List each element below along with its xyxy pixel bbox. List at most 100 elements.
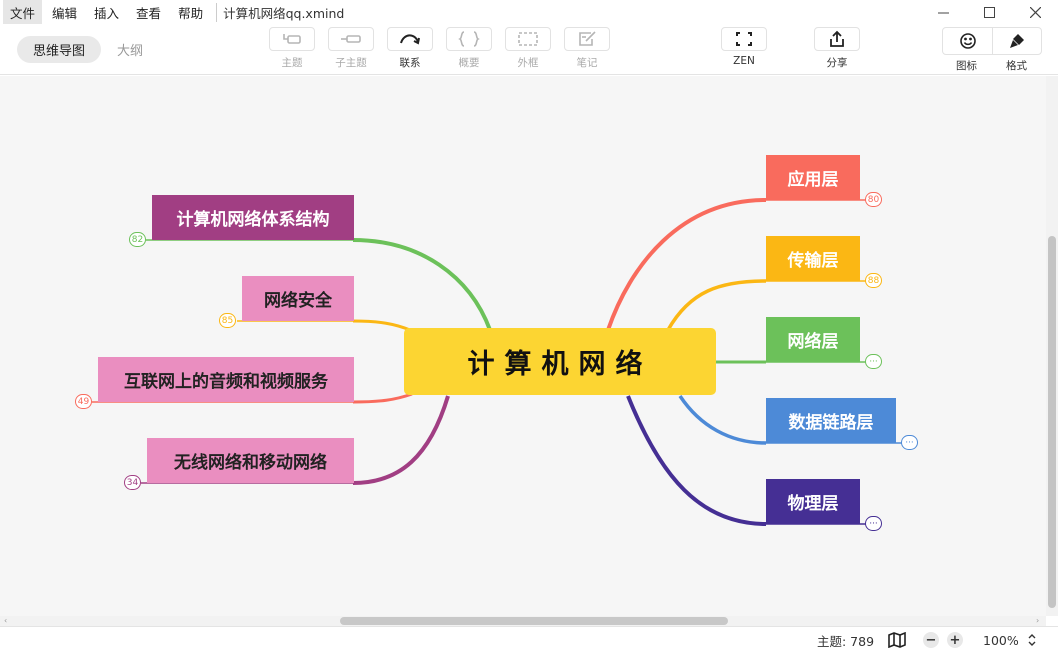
topic-label: 传输层	[787, 251, 839, 271]
close-button[interactable]	[1012, 0, 1058, 24]
topic-transport-layer[interactable]: 传输层	[766, 236, 860, 281]
topic-icon	[283, 34, 301, 44]
up-down-chevron-icon	[1028, 634, 1036, 646]
share-icon	[830, 30, 844, 47]
collapse-badge[interactable]: 85	[219, 313, 236, 328]
note-label: 笔记	[576, 57, 598, 69]
collapse-badge[interactable]: ···	[865, 354, 882, 369]
topic-network-layer[interactable]: 网络层	[766, 317, 860, 362]
collapse-badge[interactable]: ···	[865, 516, 882, 531]
summary-button[interactable]: 概要	[446, 27, 492, 70]
vertical-scrollbar[interactable]	[1046, 76, 1058, 616]
relationship-button[interactable]: 联系	[387, 27, 433, 70]
mindmap-canvas[interactable]: 计算机网络 应用层 80 传输层 88 网络层 ··· 数据链路层 ··· 物理…	[0, 76, 1046, 616]
zoom-in-button[interactable]: +	[947, 627, 963, 652]
topic-label: 无线网络和移动网络	[174, 453, 327, 473]
map-icon	[888, 632, 906, 648]
menu-edit[interactable]: 编辑	[45, 0, 84, 25]
tab-outline[interactable]: 大纲	[101, 36, 159, 63]
branch-line-security	[352, 319, 411, 332]
close-icon	[1029, 6, 1041, 18]
minimize-button[interactable]	[920, 0, 966, 24]
window-controls	[920, 0, 1058, 24]
status-bar: 主题: 789 − + 100%	[0, 626, 1058, 652]
scroll-right-arrow-icon[interactable]: ›	[1036, 616, 1039, 625]
topic-label: 互联网上的音频和视频服务	[124, 372, 328, 392]
brush-icon	[1010, 34, 1024, 48]
zoom-stepper[interactable]	[1027, 627, 1037, 652]
menu-file[interactable]: 文件	[3, 0, 43, 25]
toolbar: 思维导图 大纲 主题 子主题 联系 概要 外框 笔记 ZEN 分享 图标 格式	[0, 24, 1058, 75]
topic-label: 应用层	[787, 170, 839, 190]
relationship-icon	[400, 34, 420, 45]
view-tabs: 思维导图 大纲	[17, 36, 159, 63]
central-topic-label: 计算机网络	[467, 349, 653, 380]
note-icon	[579, 31, 596, 46]
smiley-icon	[959, 33, 976, 49]
central-topic[interactable]: 计算机网络	[404, 328, 716, 395]
branch-line-av	[352, 392, 413, 404]
branch-line-datalink	[678, 395, 767, 445]
topic-network-security[interactable]: 网络安全	[242, 276, 354, 321]
scroll-left-arrow-icon[interactable]: ‹	[4, 616, 7, 625]
collapse-badge[interactable]: 80	[865, 192, 882, 207]
horizontal-scrollbar[interactable]: ‹ ›	[0, 616, 1046, 626]
subtopic-button[interactable]: 子主题	[328, 27, 374, 70]
collapse-badge[interactable]: 88	[865, 273, 882, 288]
topic-internet-av-services[interactable]: 互联网上的音频和视频服务	[98, 357, 354, 402]
zen-button[interactable]: ZEN	[721, 27, 767, 67]
menu-insert[interactable]: 插入	[87, 0, 126, 25]
share-button[interactable]: 分享	[814, 27, 860, 70]
menu-help[interactable]: 帮助	[171, 0, 210, 25]
subtopic-icon	[341, 35, 361, 43]
format-label: 格式	[1006, 60, 1027, 72]
tab-mindmap[interactable]: 思维导图	[17, 36, 102, 63]
topic-label: 主题	[281, 57, 303, 69]
icon-format-group	[942, 27, 1042, 55]
topic-label: 计算机网络体系结构	[176, 210, 330, 230]
zen-label: ZEN	[733, 55, 755, 67]
document-title: 计算机网络qq.xmind	[216, 2, 344, 22]
maximize-button[interactable]	[966, 0, 1012, 24]
topic-label: 网络层	[787, 332, 839, 352]
topic-label: 网络安全	[264, 291, 332, 311]
topic-network-architecture[interactable]: 计算机网络体系结构	[152, 195, 354, 240]
zoom-out-button[interactable]: −	[923, 627, 939, 652]
collapse-badge[interactable]: ···	[901, 435, 918, 450]
boundary-icon	[518, 32, 538, 46]
maximize-icon	[983, 6, 995, 18]
collapse-badge[interactable]: 49	[75, 394, 92, 409]
zoom-out-icon: −	[923, 632, 939, 648]
menu-bar: 文件 编辑 插入 查看 帮助 计算机网络qq.xmind	[0, 0, 1058, 25]
summary-icon	[458, 31, 480, 47]
collapse-badge[interactable]: 34	[124, 475, 141, 490]
zoom-level: 100%	[983, 632, 1019, 648]
fullscreen-icon	[736, 32, 752, 46]
topic-count: 主题: 789	[817, 633, 875, 649]
branch-line-wireless	[352, 395, 450, 485]
topic-application-layer[interactable]: 应用层	[766, 155, 860, 200]
zoom-in-icon: +	[947, 632, 963, 648]
map-view-button[interactable]	[888, 627, 906, 652]
relationship-label: 联系	[399, 57, 421, 69]
subtopic-label: 子主题	[335, 57, 367, 69]
menu-view[interactable]: 查看	[129, 0, 168, 25]
note-button[interactable]: 笔记	[564, 27, 610, 70]
share-label: 分享	[826, 57, 848, 69]
icons-label: 图标	[956, 60, 977, 72]
topic-label: 数据链路层	[788, 413, 874, 433]
branch-line-transport	[666, 279, 767, 331]
topic-label: 物理层	[787, 494, 839, 514]
format-button[interactable]	[992, 28, 1041, 54]
vertical-scroll-thumb[interactable]	[1048, 236, 1056, 608]
minimize-icon	[937, 12, 949, 13]
horizontal-scroll-thumb[interactable]	[340, 617, 728, 625]
boundary-button[interactable]: 外框	[505, 27, 551, 70]
topic-physical-layer[interactable]: 物理层	[766, 479, 860, 524]
topic-wireless-mobile[interactable]: 无线网络和移动网络	[147, 438, 354, 483]
topic-datalink-layer[interactable]: 数据链路层	[766, 398, 896, 443]
topic-button[interactable]: 主题	[269, 27, 315, 70]
summary-label: 概要	[458, 57, 480, 69]
icons-button[interactable]	[943, 28, 992, 54]
collapse-badge[interactable]: 82	[129, 232, 146, 247]
